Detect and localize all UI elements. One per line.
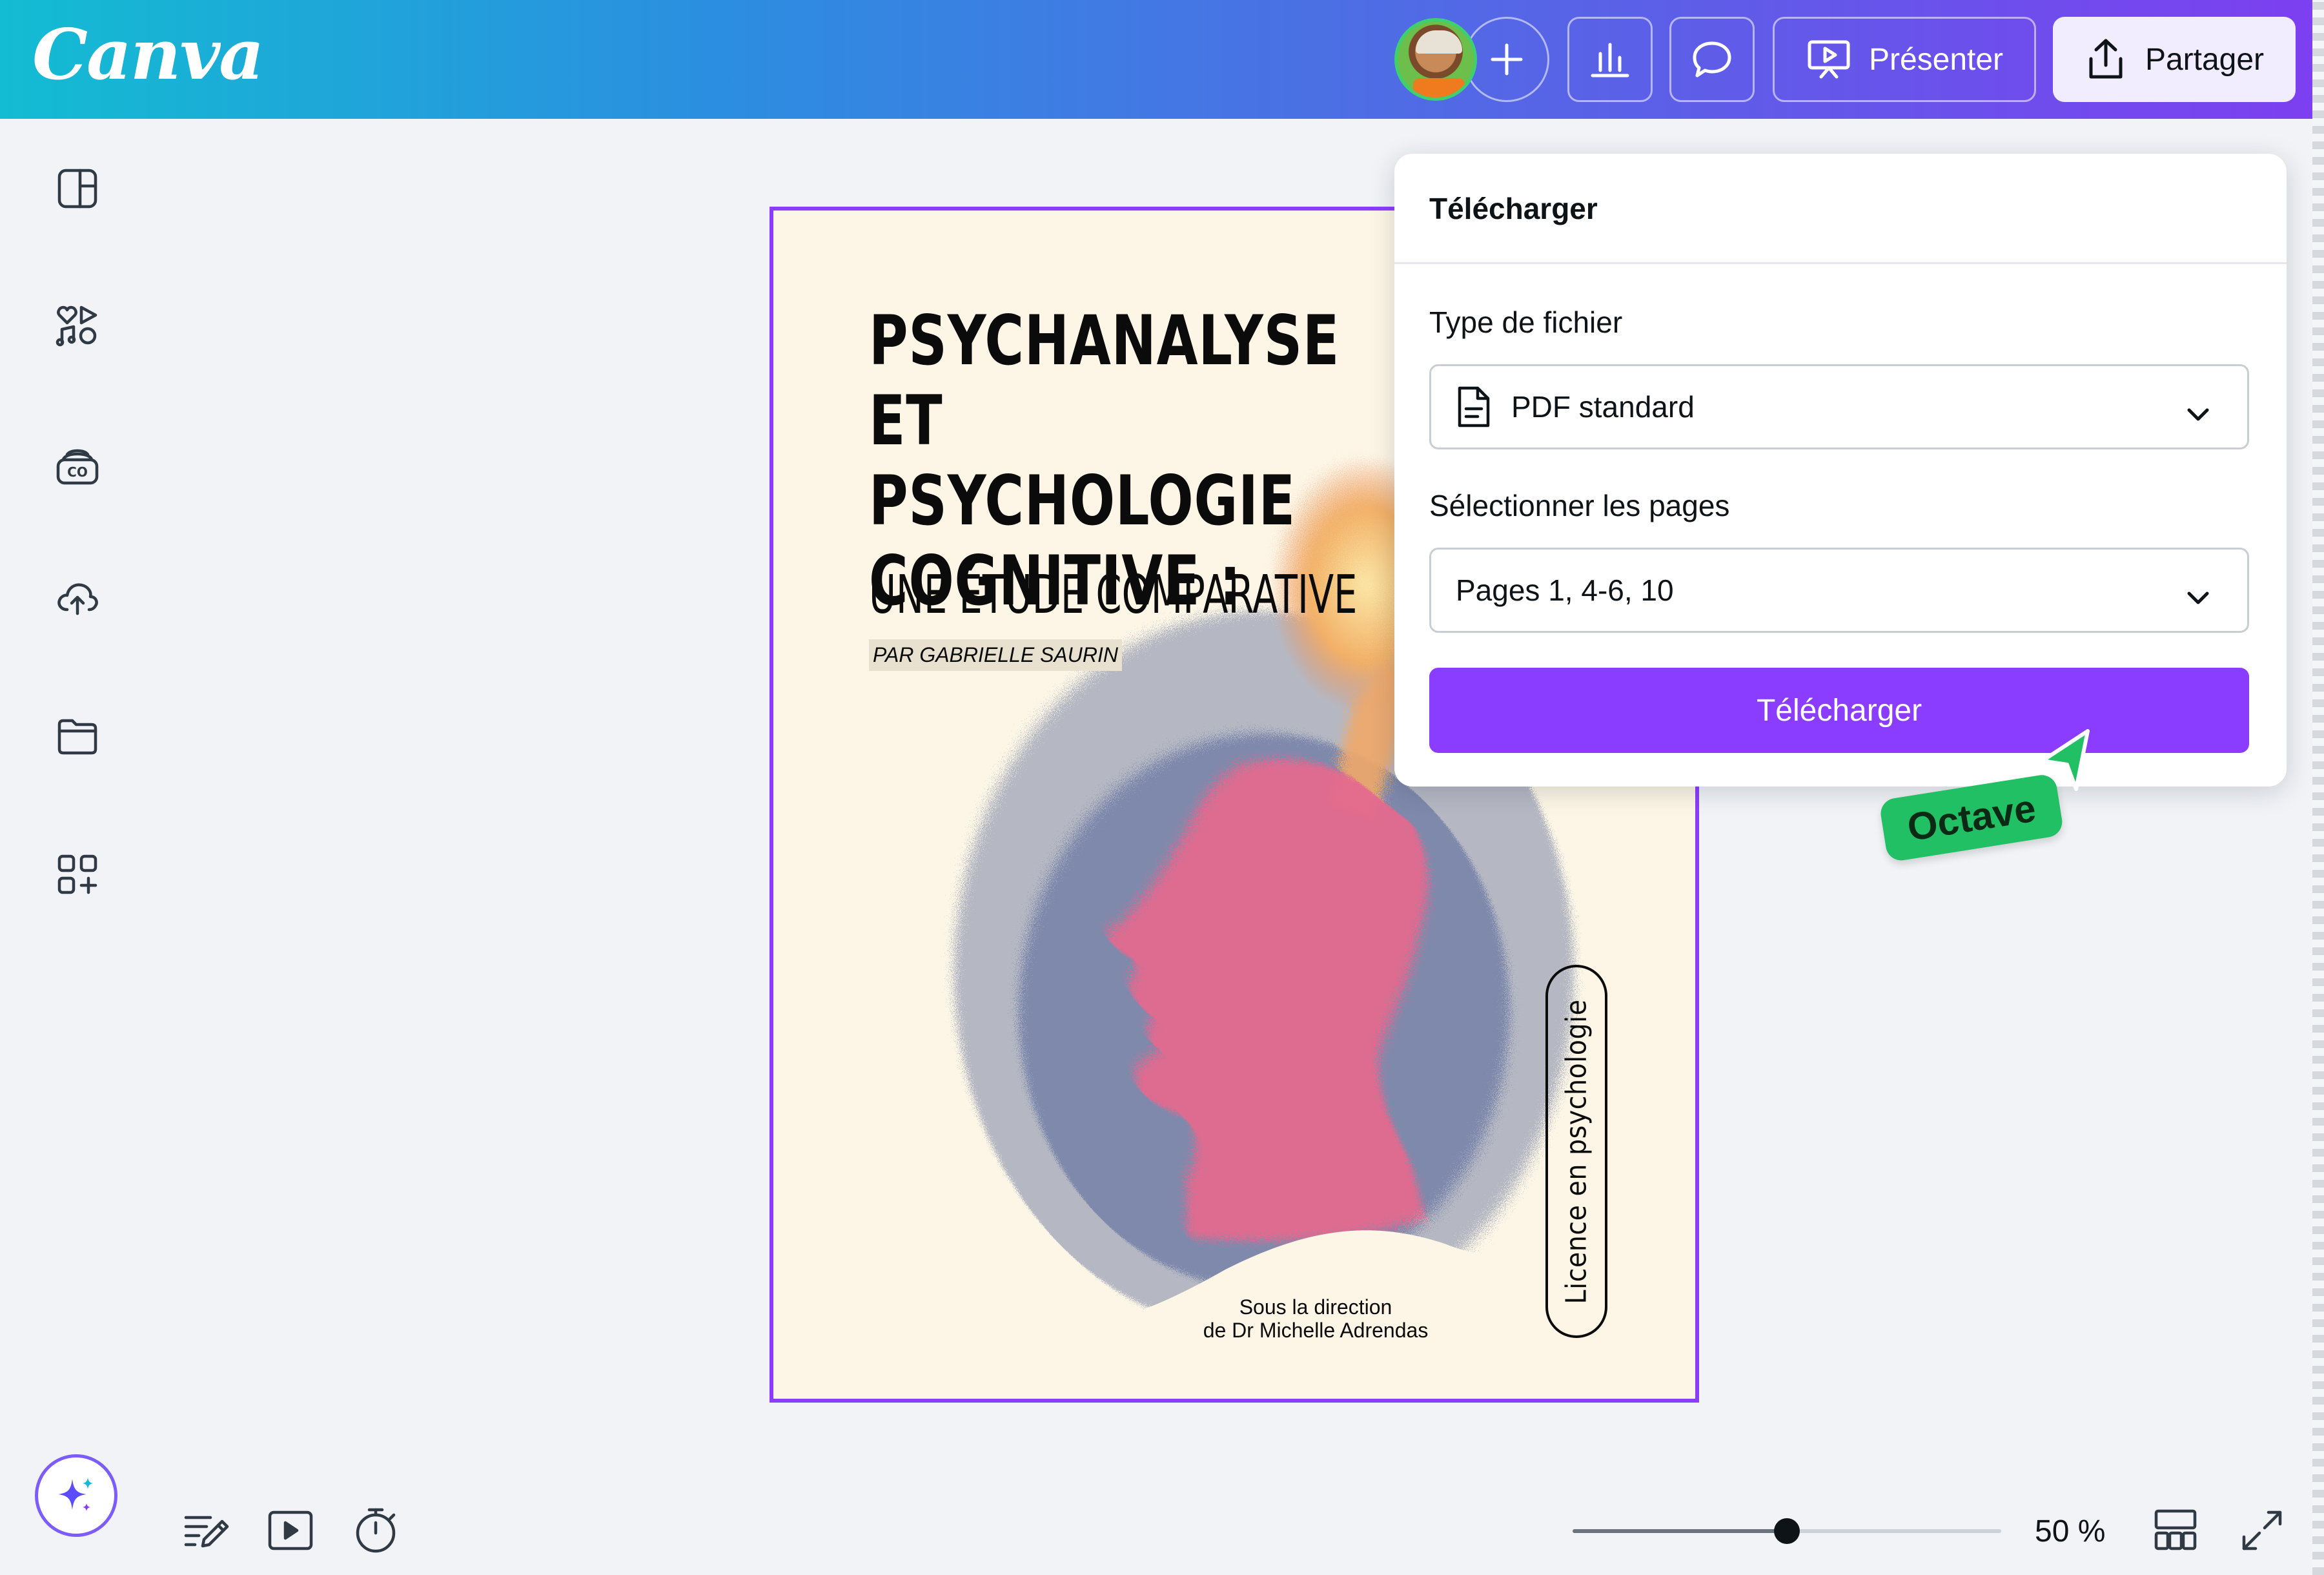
comments-button[interactable] bbox=[1669, 17, 1755, 102]
fullscreen-button[interactable] bbox=[2236, 1505, 2288, 1556]
magic-assistant-button[interactable] bbox=[35, 1454, 117, 1537]
canva-logo[interactable]: Canva bbox=[32, 14, 264, 96]
present-label: Présenter bbox=[1868, 42, 2004, 77]
comment-icon bbox=[1693, 41, 1731, 77]
file-type-value: PDF standard bbox=[1511, 390, 1695, 424]
notes-pencil-icon bbox=[184, 1516, 229, 1548]
file-document-icon bbox=[1458, 386, 1490, 427]
avatar[interactable] bbox=[1394, 18, 1477, 101]
play-icon bbox=[268, 1510, 313, 1550]
panel-title: Télécharger bbox=[1429, 192, 1598, 225]
page-grid-icon bbox=[2154, 1509, 2197, 1550]
pages-value: Pages 1, 4-6, 10 bbox=[1456, 573, 1674, 607]
insights-button[interactable] bbox=[1567, 17, 1653, 102]
pages-label: Sélectionner les pages bbox=[1429, 489, 1730, 522]
chevron-down-icon bbox=[2185, 580, 2211, 604]
right-edge-strip bbox=[2312, 0, 2324, 1575]
sparkle-icon bbox=[58, 1477, 93, 1511]
file-type-select[interactable]: PDF standard bbox=[1429, 364, 2249, 449]
pages-select[interactable]: Pages 1, 4-6, 10 bbox=[1429, 548, 2249, 633]
panel-divider bbox=[1394, 262, 2287, 264]
cover-direction[interactable]: Sous la direction de Dr Michelle Adrenda… bbox=[1122, 1295, 1509, 1342]
apps-icon bbox=[57, 854, 97, 894]
page-grid-button[interactable] bbox=[2150, 1505, 2201, 1556]
timer-icon bbox=[356, 1508, 396, 1553]
zoom-slider-thumb[interactable] bbox=[1774, 1518, 1800, 1544]
sidebar-item-uploads[interactable] bbox=[54, 575, 101, 621]
download-panel: Télécharger Type de fichier PDF standard… bbox=[1394, 154, 2287, 787]
zoom-level[interactable]: 50 % bbox=[2035, 1514, 2105, 1549]
cover-subtitle[interactable]: UNE ÉTUDE COMPARATIVE bbox=[869, 564, 1357, 626]
cover-direction-line1: Sous la direction bbox=[1239, 1295, 1392, 1319]
sidebar-item-projects[interactable] bbox=[54, 713, 101, 759]
share-upload-icon bbox=[2089, 39, 2123, 79]
cover-badge[interactable]: Licence en psychologie bbox=[1545, 965, 1607, 1338]
sidebar-item-design[interactable] bbox=[54, 165, 101, 212]
present-button[interactable]: Présenter bbox=[1773, 17, 2036, 102]
sidebar-item-elements[interactable] bbox=[54, 302, 101, 349]
cover-direction-line2: de Dr Michelle Adrendas bbox=[1203, 1319, 1429, 1342]
sidebar-item-apps[interactable] bbox=[54, 851, 101, 898]
avatar-cap bbox=[1416, 30, 1462, 54]
notes-button[interactable] bbox=[181, 1505, 232, 1556]
top-bar: Canva Présenter Partager bbox=[0, 0, 2324, 119]
brand-icon: CO bbox=[56, 449, 99, 485]
cover-author[interactable]: PAR GABRIELLE SAURIN bbox=[869, 639, 1122, 671]
folder-icon bbox=[57, 719, 97, 755]
svg-text:CO: CO bbox=[67, 464, 88, 480]
share-button[interactable]: Partager bbox=[2053, 17, 2296, 102]
upload-cloud-icon bbox=[57, 583, 98, 615]
download-button[interactable]: Télécharger bbox=[1429, 668, 2249, 753]
present-icon bbox=[1808, 40, 1850, 79]
cover-badge-label: Licence en psychologie bbox=[1560, 999, 1593, 1304]
share-label: Partager bbox=[2145, 42, 2265, 77]
avatar-scarf bbox=[1413, 78, 1465, 98]
bar-chart-icon bbox=[1591, 43, 1629, 77]
elements-icon bbox=[56, 305, 97, 347]
plus-icon bbox=[1491, 43, 1523, 76]
file-type-label: Type de fichier bbox=[1429, 305, 1623, 339]
layout-icon bbox=[57, 169, 97, 209]
play-presentation-button[interactable] bbox=[265, 1505, 316, 1556]
zoom-slider[interactable] bbox=[1573, 1518, 2001, 1544]
expand-icon bbox=[2242, 1510, 2282, 1550]
timer-button[interactable] bbox=[350, 1505, 402, 1556]
chevron-down-icon bbox=[2185, 396, 2211, 421]
sidebar-item-brand[interactable]: CO bbox=[54, 442, 101, 488]
zoom-slider-fill bbox=[1573, 1529, 1787, 1533]
